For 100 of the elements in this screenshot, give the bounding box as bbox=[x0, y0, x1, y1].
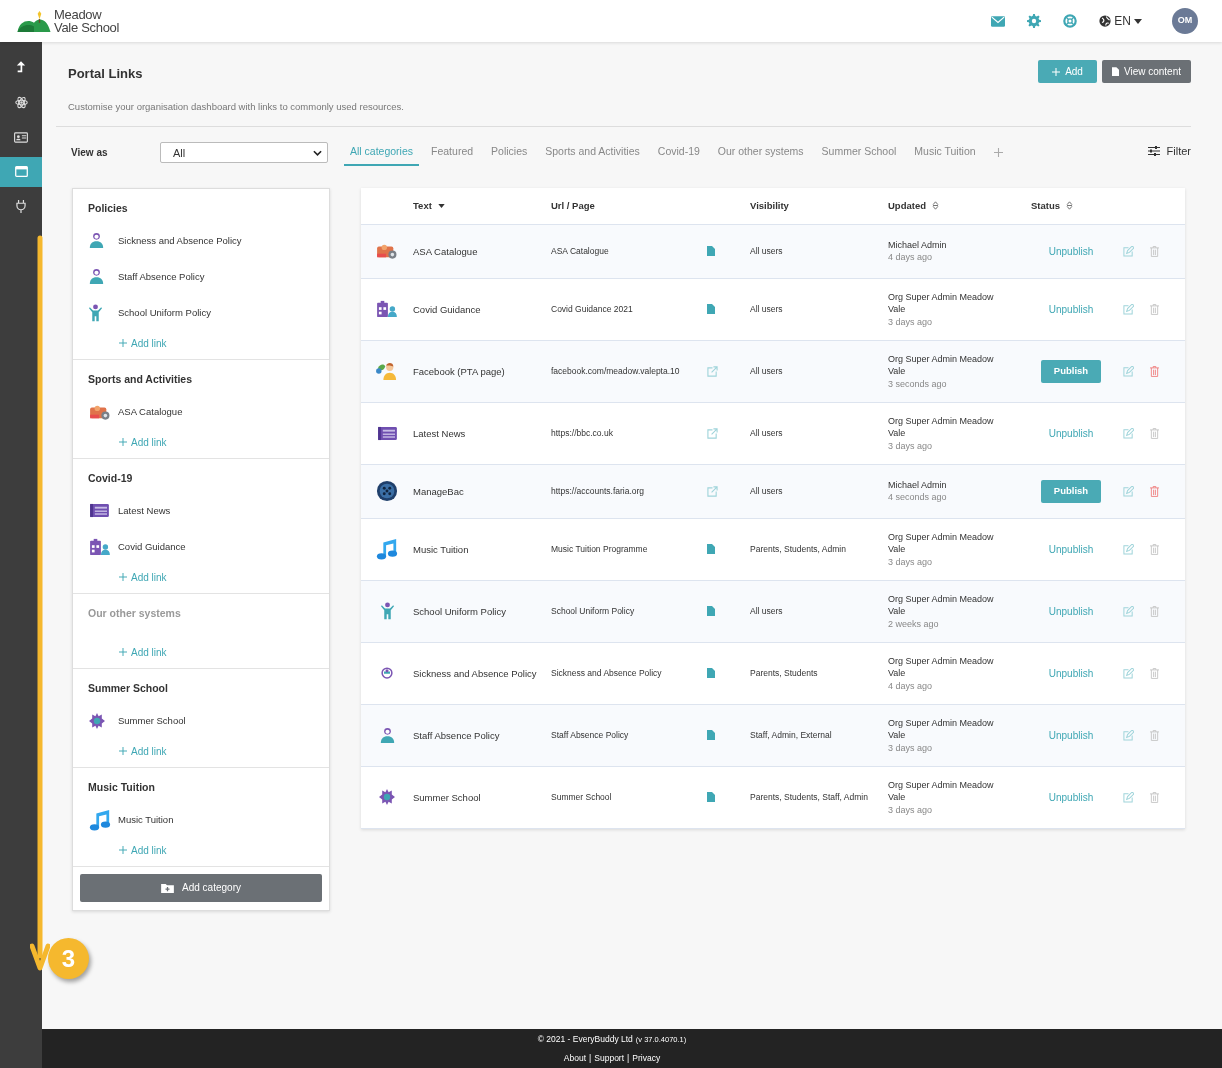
edit-icon[interactable] bbox=[1123, 543, 1134, 555]
footer-link[interactable]: Privacy bbox=[632, 1051, 661, 1065]
sort-descending-icon[interactable] bbox=[437, 203, 445, 208]
edit-icon[interactable] bbox=[1123, 667, 1134, 679]
updated-by: Org Super Admin Meadow Vale bbox=[888, 592, 995, 618]
category-link[interactable]: Covid Guidance bbox=[118, 539, 186, 554]
category-link[interactable]: Latest News bbox=[118, 503, 171, 518]
view-as-dropdown[interactable]: All bbox=[160, 142, 328, 164]
unpublish-link[interactable]: Unpublish bbox=[1044, 425, 1098, 441]
category-tab[interactable]: Policies bbox=[485, 139, 534, 166]
delete-icon[interactable] bbox=[1150, 427, 1159, 439]
newspaper-icon bbox=[89, 503, 110, 519]
edit-icon[interactable] bbox=[1123, 729, 1134, 741]
column-header[interactable]: Status bbox=[1031, 198, 1061, 213]
delete-icon[interactable] bbox=[1150, 667, 1159, 679]
publish-button[interactable]: Publish bbox=[1041, 359, 1101, 383]
table-cell-text: Covid Guidance bbox=[413, 302, 482, 316]
settings-icon[interactable] bbox=[1027, 14, 1042, 28]
category-link[interactable]: Music Tuition bbox=[118, 812, 174, 827]
sort-icon[interactable] bbox=[932, 201, 939, 211]
view-content-button[interactable]: View content bbox=[1101, 60, 1191, 83]
delete-icon[interactable] bbox=[1150, 485, 1159, 497]
add-tab-icon[interactable] bbox=[993, 148, 1003, 158]
delete-icon[interactable] bbox=[1150, 605, 1159, 617]
updated-by: Org Super Admin Meadow Vale bbox=[888, 290, 995, 316]
add-link-button[interactable]: Add link bbox=[119, 644, 167, 660]
music-note-icon bbox=[376, 538, 398, 561]
category-tab[interactable]: All categories bbox=[344, 139, 420, 166]
table-cell-text: ASA Catalogue bbox=[413, 244, 479, 258]
category-tab[interactable]: Featured bbox=[425, 139, 480, 166]
table-cell-text: Sickness and Absence Policy bbox=[551, 666, 663, 680]
category-link[interactable]: ASA Catalogue bbox=[118, 404, 183, 419]
column-header[interactable]: Updated bbox=[888, 198, 926, 213]
add-button[interactable]: Add bbox=[1038, 60, 1097, 83]
edit-icon[interactable] bbox=[1123, 605, 1134, 617]
sort-icon[interactable] bbox=[1066, 201, 1074, 211]
add-link-button[interactable]: Add link bbox=[119, 335, 167, 351]
category-link[interactable]: Staff Absence Policy bbox=[118, 269, 205, 284]
updated-by: Org Super Admin Meadow Vale bbox=[888, 414, 995, 440]
add-link-button[interactable]: Add link bbox=[119, 842, 167, 858]
globe-ball-icon bbox=[376, 480, 398, 503]
delete-icon[interactable] bbox=[1150, 791, 1159, 803]
music-note-icon bbox=[89, 808, 111, 831]
category-tab[interactable]: Music Tuition bbox=[908, 139, 982, 166]
separator-text: | bbox=[627, 1051, 630, 1065]
category-tab[interactable]: Summer School bbox=[815, 139, 903, 166]
child-figure-icon bbox=[380, 602, 394, 621]
unpublish-link[interactable]: Unpublish bbox=[1044, 789, 1098, 805]
edit-icon[interactable] bbox=[1123, 245, 1134, 257]
table-cell-text: Sickness and Absence Policy bbox=[413, 666, 538, 680]
updated-by: Org Super Admin Meadow Vale bbox=[888, 778, 995, 804]
unpublish-link[interactable]: Unpublish bbox=[1044, 243, 1098, 259]
filter-button[interactable]: Filter bbox=[1147, 142, 1191, 159]
updated-time: 3 days ago bbox=[888, 555, 934, 568]
table-cell-text: School Uniform Policy bbox=[413, 604, 507, 618]
category-tab[interactable]: Our other systems bbox=[711, 139, 810, 166]
unpublish-link[interactable]: Unpublish bbox=[1044, 665, 1098, 681]
plus-icon bbox=[119, 438, 127, 447]
sidebar-item[interactable] bbox=[0, 156, 42, 187]
delete-icon[interactable] bbox=[1150, 303, 1159, 315]
edit-icon[interactable] bbox=[1123, 365, 1134, 377]
unpublish-link[interactable]: Unpublish bbox=[1044, 301, 1098, 317]
edit-icon[interactable] bbox=[1123, 303, 1134, 315]
user-avatar[interactable]: OM bbox=[1172, 8, 1198, 34]
language-selector[interactable]: EN bbox=[1099, 12, 1142, 30]
add-link-button[interactable]: Add link bbox=[119, 743, 167, 759]
category-tab[interactable]: Covid-19 bbox=[651, 139, 706, 166]
column-header[interactable]: Text bbox=[413, 198, 432, 213]
publish-button[interactable]: Publish bbox=[1041, 479, 1101, 503]
plus-icon bbox=[119, 747, 127, 756]
table-cell-text: ManageBac bbox=[413, 484, 465, 498]
person-leaf-icon bbox=[376, 361, 398, 382]
delete-icon[interactable] bbox=[1150, 365, 1159, 377]
unpublish-link[interactable]: Unpublish bbox=[1044, 727, 1098, 743]
footer-link[interactable]: Support bbox=[594, 1051, 625, 1065]
category-link[interactable]: Summer School bbox=[118, 713, 186, 728]
mail-icon[interactable] bbox=[991, 15, 1006, 27]
delete-icon[interactable] bbox=[1150, 245, 1159, 257]
edit-icon[interactable] bbox=[1123, 791, 1134, 803]
add-link-button[interactable]: Add link bbox=[119, 434, 167, 450]
category-tab[interactable]: Sports and Activities bbox=[539, 139, 646, 166]
building-person-icon bbox=[89, 537, 111, 556]
column-header[interactable]: Visibility bbox=[750, 198, 789, 213]
footer-link[interactable]: About bbox=[563, 1051, 587, 1065]
updated-time: 4 days ago bbox=[888, 679, 934, 692]
edit-icon[interactable] bbox=[1123, 485, 1134, 497]
updated-by: Michael Admin bbox=[888, 238, 948, 252]
help-lifebuoy-icon[interactable] bbox=[1063, 14, 1078, 28]
category-link[interactable]: School Uniform Policy bbox=[118, 305, 211, 320]
add-link-button[interactable]: Add link bbox=[119, 569, 167, 585]
unpublish-link[interactable]: Unpublish bbox=[1044, 603, 1098, 619]
edit-icon[interactable] bbox=[1123, 427, 1134, 439]
column-header[interactable]: Url / Page bbox=[551, 198, 595, 213]
delete-icon[interactable] bbox=[1150, 543, 1159, 555]
unpublish-link[interactable]: Unpublish bbox=[1044, 541, 1098, 557]
table-cell-text: Covid Guidance 2021 bbox=[551, 302, 634, 316]
table-cell-text: All users bbox=[750, 245, 784, 257]
delete-icon[interactable] bbox=[1150, 729, 1159, 741]
category-link[interactable]: Sickness and Absence Policy bbox=[118, 233, 242, 248]
add-category-button[interactable]: Add category bbox=[80, 873, 322, 902]
